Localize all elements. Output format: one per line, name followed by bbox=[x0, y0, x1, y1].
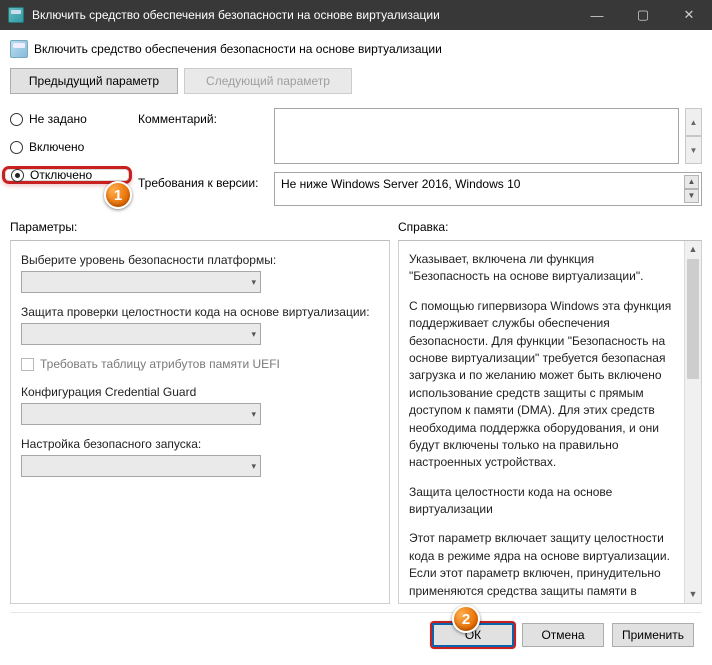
comment-label: Комментарий: bbox=[138, 108, 268, 164]
platform-security-label: Выберите уровень безопасности платформы: bbox=[21, 253, 383, 267]
spin-up-icon[interactable]: ▲ bbox=[684, 175, 699, 189]
code-integrity-label: Защита проверки целостности кода на осно… bbox=[21, 305, 383, 319]
secure-launch-label: Настройка безопасного запуска: bbox=[21, 437, 383, 451]
help-header: Справка: bbox=[398, 220, 702, 234]
radio-icon bbox=[11, 169, 24, 182]
help-pane: Справка: Указывает, включена ли функция … bbox=[398, 220, 702, 604]
platform-security-combo[interactable]: ▾ bbox=[21, 271, 261, 293]
chevron-down-icon: ▾ bbox=[251, 277, 256, 288]
options-header: Параметры: bbox=[10, 220, 390, 234]
nav-row: Предыдущий параметр Следующий параметр bbox=[10, 68, 702, 94]
version-label: Требования к версии: bbox=[138, 172, 268, 206]
help-body: Указывает, включена ли функция "Безопасн… bbox=[398, 240, 702, 604]
scroll-up-icon[interactable]: ▲ bbox=[685, 241, 701, 258]
annotation-marker-2: 2 bbox=[452, 605, 480, 633]
button-bar: ОК Отмена Применить 2 bbox=[10, 612, 702, 655]
prev-setting-button[interactable]: Предыдущий параметр bbox=[10, 68, 178, 94]
spin-down-icon[interactable]: ▼ bbox=[684, 189, 699, 203]
chevron-down-icon: ▾ bbox=[251, 461, 256, 472]
policy-header: Включить средство обеспечения безопаснос… bbox=[10, 38, 702, 68]
mid-split: Параметры: Выберите уровень безопасности… bbox=[10, 220, 702, 604]
dialog-content: Включить средство обеспечения безопаснос… bbox=[0, 30, 712, 665]
help-scrollbar[interactable]: ▲ ▼ bbox=[684, 241, 701, 603]
minimize-button[interactable]: — bbox=[574, 0, 620, 30]
version-field: Не ниже Windows Server 2016, Windows 10 … bbox=[274, 172, 702, 206]
uefi-checkbox-row[interactable]: Требовать таблицу атрибутов памяти UEFI bbox=[21, 357, 383, 371]
code-integrity-combo[interactable]: ▾ bbox=[21, 323, 261, 345]
help-paragraph: С помощью гипервизора Windows эта функци… bbox=[409, 298, 677, 472]
version-text: Не ниже Windows Server 2016, Windows 10 bbox=[281, 177, 520, 191]
maximize-button[interactable]: ▢ bbox=[620, 0, 666, 30]
window-title: Включить средство обеспечения безопаснос… bbox=[32, 8, 574, 22]
app-icon bbox=[8, 7, 24, 23]
options-pane: Параметры: Выберите уровень безопасности… bbox=[10, 220, 390, 604]
radio-icon bbox=[10, 113, 23, 126]
policy-icon bbox=[10, 40, 28, 58]
radio-label: Отключено bbox=[30, 168, 92, 182]
credential-guard-combo[interactable]: ▾ bbox=[21, 403, 261, 425]
policy-title: Включить средство обеспечения безопаснос… bbox=[34, 42, 442, 56]
meta-fields: Комментарий: ▲ ▼ Требования к версии: Не… bbox=[138, 108, 702, 206]
spin-down-icon[interactable]: ▼ bbox=[685, 136, 702, 164]
checkbox-icon bbox=[21, 358, 34, 371]
chevron-down-icon: ▾ bbox=[251, 409, 256, 420]
radio-label: Не задано bbox=[29, 112, 87, 126]
annotation-marker-1: 1 bbox=[104, 181, 132, 209]
help-paragraph: Защита целостности кода на основе виртуа… bbox=[409, 484, 677, 519]
radio-not-configured[interactable]: Не задано bbox=[10, 110, 128, 128]
chevron-down-icon: ▾ bbox=[251, 329, 256, 340]
help-paragraph: Указывает, включена ли функция "Безопасн… bbox=[409, 251, 677, 286]
apply-button[interactable]: Применить bbox=[612, 623, 694, 647]
window-controls: — ▢ ✕ bbox=[574, 0, 712, 30]
spin-up-icon[interactable]: ▲ bbox=[685, 108, 702, 136]
close-button[interactable]: ✕ bbox=[666, 0, 712, 30]
scroll-thumb[interactable] bbox=[687, 259, 699, 379]
radio-icon bbox=[10, 141, 23, 154]
scroll-down-icon[interactable]: ▼ bbox=[685, 586, 701, 603]
radio-enabled[interactable]: Включено bbox=[10, 138, 128, 156]
comment-input[interactable] bbox=[274, 108, 679, 164]
next-setting-button: Следующий параметр bbox=[184, 68, 352, 94]
credential-guard-label: Конфигурация Credential Guard bbox=[21, 385, 383, 399]
cancel-button[interactable]: Отмена bbox=[522, 623, 604, 647]
help-paragraph: Этот параметр включает защиту целостност… bbox=[409, 530, 677, 604]
titlebar: Включить средство обеспечения безопаснос… bbox=[0, 0, 712, 30]
radio-label: Включено bbox=[29, 140, 84, 154]
secure-launch-combo[interactable]: ▾ bbox=[21, 455, 261, 477]
uefi-checkbox-label: Требовать таблицу атрибутов памяти UEFI bbox=[40, 357, 280, 371]
options-body: Выберите уровень безопасности платформы:… bbox=[10, 240, 390, 604]
